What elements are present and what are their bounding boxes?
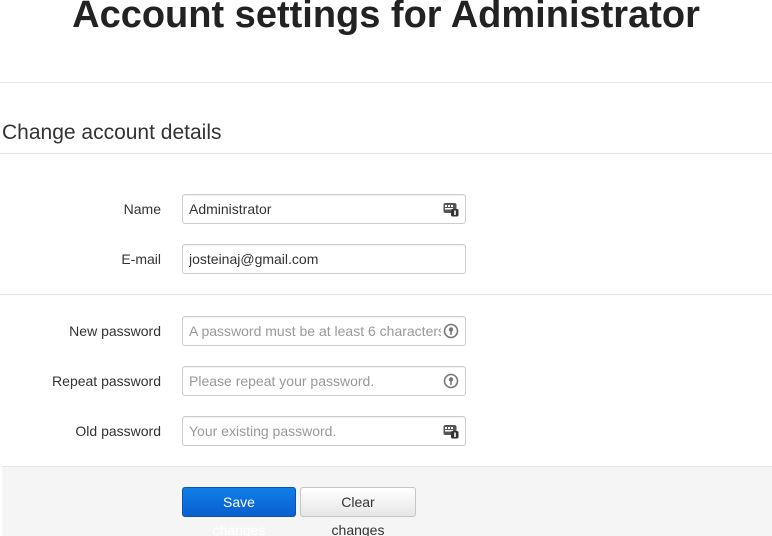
- save-changes-button[interactable]: Save changes: [182, 487, 296, 536]
- new-password-field: [182, 316, 466, 346]
- title-divider: [0, 82, 772, 83]
- password-manager-icon[interactable]: [443, 423, 459, 439]
- repeat-password-label: Repeat password: [52, 373, 161, 389]
- legend-divider: [0, 153, 772, 154]
- new-password-input[interactable]: [183, 317, 465, 345]
- email-input[interactable]: [183, 245, 465, 273]
- name-label: Name: [123, 201, 161, 217]
- email-label: E-mail: [121, 251, 161, 267]
- old-password-row: Old password: [0, 416, 772, 446]
- password-manager-icon[interactable]: [443, 201, 459, 217]
- name-input[interactable]: [183, 195, 465, 223]
- old-password-field: [182, 416, 466, 446]
- section-legend: Change account details: [2, 121, 222, 144]
- name-row: Name: [0, 194, 772, 224]
- repeat-password-row: Repeat password: [0, 366, 772, 396]
- clear-changes-button[interactable]: Clear changes: [300, 487, 416, 536]
- email-field: [182, 244, 466, 274]
- old-password-input[interactable]: [183, 417, 465, 445]
- new-password-label: New password: [69, 323, 161, 339]
- repeat-password-input[interactable]: [183, 367, 465, 395]
- repeat-password-field: [182, 366, 466, 396]
- form-actions: Save changes Clear changes: [2, 466, 772, 536]
- old-password-label: Old password: [75, 423, 161, 439]
- password-generator-icon[interactable]: [443, 323, 459, 339]
- password-generator-icon[interactable]: [443, 373, 459, 389]
- password-divider: [0, 294, 772, 295]
- new-password-row: New password: [0, 316, 772, 346]
- account-settings-page: Account settings for Administrator Chang…: [0, 0, 772, 536]
- email-row: E-mail: [0, 244, 772, 274]
- page-title: Account settings for Administrator: [72, 0, 700, 36]
- name-field: [182, 194, 466, 224]
